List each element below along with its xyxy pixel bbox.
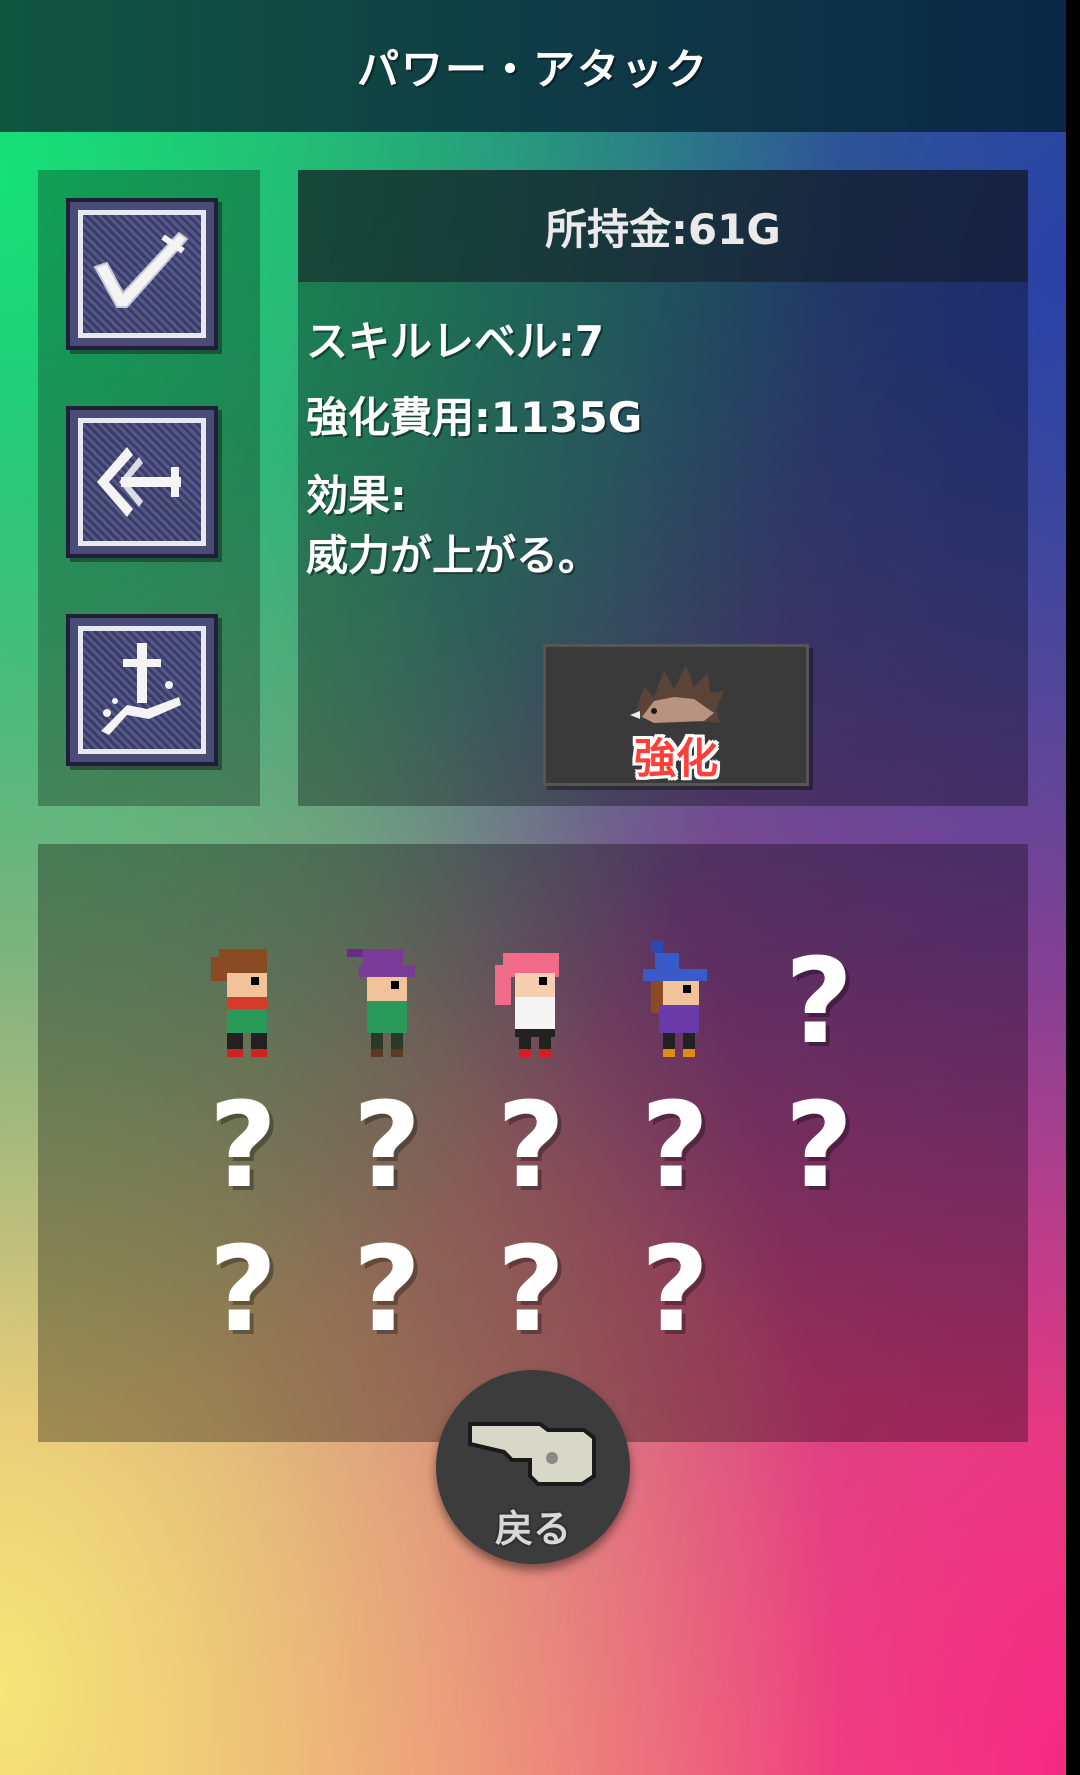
party-roster: ? ? ? ? ? ? ? ? ? ?: [38, 844, 1028, 1442]
unknown-slot[interactable]: ?: [332, 1080, 442, 1210]
unknown-slot[interactable]: ?: [476, 1080, 586, 1210]
brown-hair-hero-icon: [211, 949, 267, 1057]
pink-hair-girl-icon: [495, 953, 559, 1057]
purple-hat-mage-icon: [347, 949, 415, 1057]
pointing-hand-icon: [468, 1422, 596, 1486]
unknown-mark: ?: [496, 1076, 566, 1214]
unknown-mark: ?: [784, 1076, 854, 1214]
back-button[interactable]: 戻る: [436, 1370, 630, 1564]
unknown-mark: ?: [352, 1220, 422, 1358]
money-bar: 所持金:61G: [298, 170, 1028, 282]
skill-slash-button[interactable]: [66, 198, 218, 350]
unknown-mark: ?: [352, 1076, 422, 1214]
effect-label: 効果:: [306, 471, 407, 520]
unknown-slot[interactable]: ?: [764, 1080, 874, 1210]
unknown-mark: ?: [640, 1220, 710, 1358]
character-slot-3[interactable]: [476, 936, 586, 1066]
upward-strike-skill-icon: [101, 643, 181, 735]
character-slot-1[interactable]: [188, 936, 298, 1066]
page-title: パワー・アタック: [356, 44, 709, 94]
upgrade-cost-text: 強化費用:1135G: [306, 393, 643, 442]
skill-pierce-button[interactable]: [66, 406, 218, 558]
back-label: 戻る: [494, 1507, 571, 1551]
skill-rise-button[interactable]: [66, 614, 218, 766]
blue-hat-witch-icon: [643, 941, 707, 1057]
upgrade-label: 強化: [633, 734, 718, 783]
screen-edge: [1066, 0, 1080, 1775]
downward-slash-skill-icon: [93, 231, 189, 308]
unknown-mark: ?: [640, 1076, 710, 1214]
unknown-slot[interactable]: ?: [188, 1224, 298, 1354]
unknown-mark: ?: [784, 932, 854, 1070]
title-bar: パワー・アタック: [0, 0, 1066, 132]
unknown-slot[interactable]: ?: [764, 936, 874, 1066]
unknown-slot[interactable]: ?: [476, 1224, 586, 1354]
skill-info-panel: 所持金:61G スキルレベル:7 強化費用:1135G 効果: 威力が上がる。 …: [298, 170, 1028, 806]
skill-list: [38, 170, 260, 806]
unknown-mark: ?: [208, 1076, 278, 1214]
effect-text: 威力が上がる。: [306, 531, 601, 580]
unknown-slot[interactable]: ?: [620, 1080, 730, 1210]
character-slot-4[interactable]: [620, 936, 730, 1066]
unknown-slot[interactable]: ?: [332, 1224, 442, 1354]
unknown-slot[interactable]: ?: [620, 1224, 730, 1354]
forward-thrust-skill-icon: [97, 447, 181, 517]
money-display: 所持金:61G: [545, 204, 781, 254]
upgrade-button[interactable]: 強化: [543, 644, 809, 786]
skill-level-text: スキルレベル:7: [306, 317, 605, 366]
unknown-mark: ?: [496, 1220, 566, 1358]
unknown-mark: ?: [208, 1220, 278, 1358]
unknown-slot[interactable]: ?: [188, 1080, 298, 1210]
character-slot-2[interactable]: [332, 936, 442, 1066]
